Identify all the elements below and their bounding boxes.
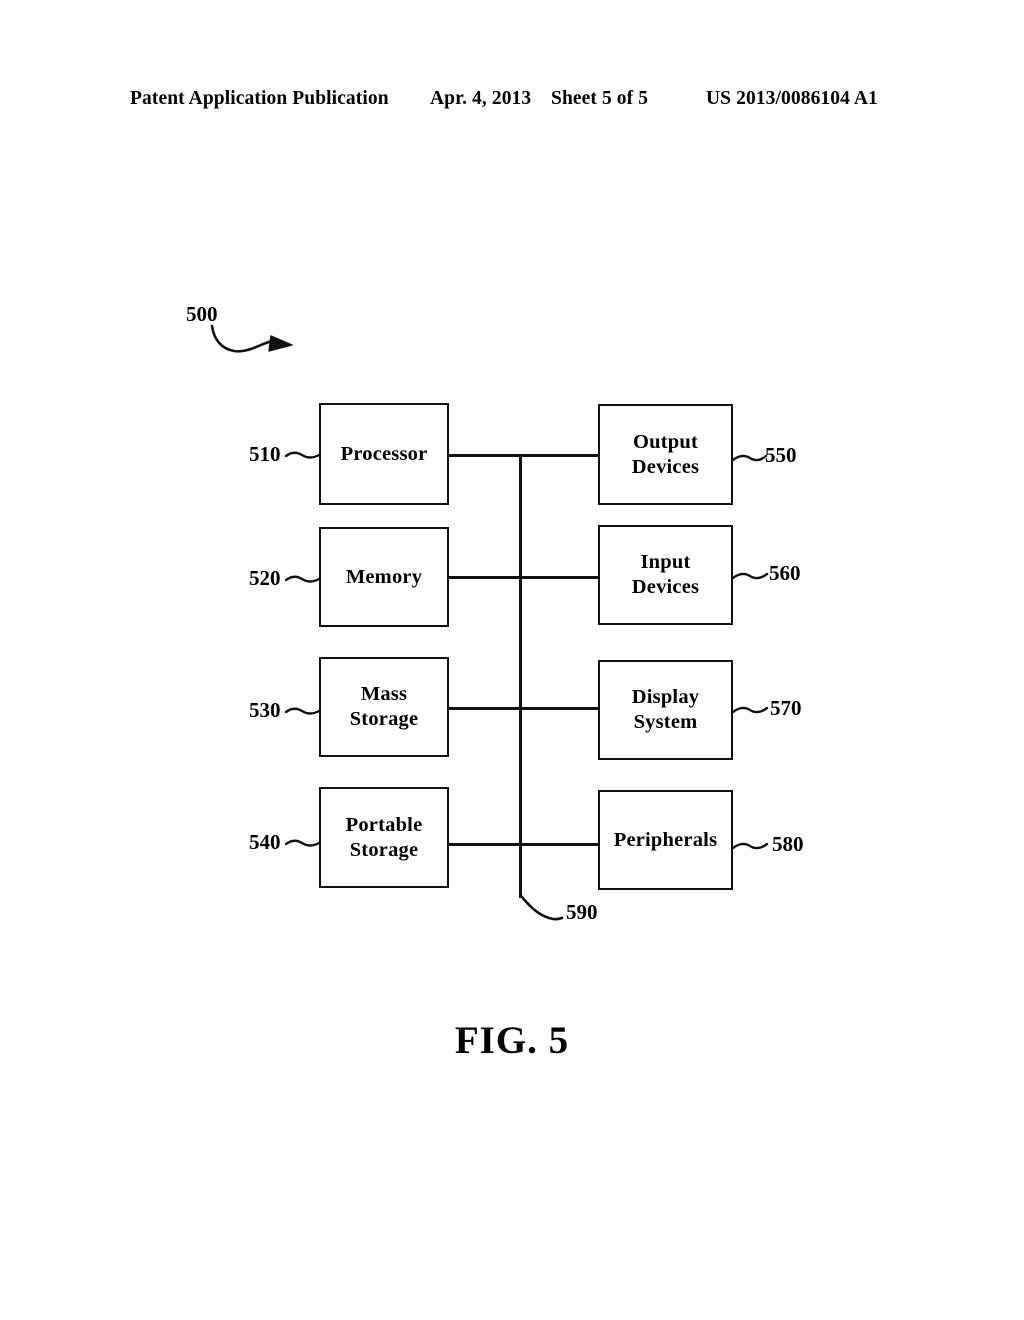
connector-bus-to-input-devices [519,576,600,579]
lead-line-580 [731,842,769,850]
lead-line-520 [284,575,321,583]
block-label-memory: Memory [345,565,423,588]
arrowhead-500 [268,335,293,352]
lead-line-560 [731,572,769,580]
block-output-devices: Output Devices [598,404,733,505]
connector-bus-to-peripherals [519,843,600,846]
block-label-peripherals: Peripherals [613,828,718,851]
lead-line-530 [284,707,321,715]
connector-mass-storage-to-bus [449,707,521,710]
system-bus-line [519,454,522,898]
lead-line-570 [731,706,769,714]
block-portable-storage: Portable Storage [319,787,449,888]
reference-numeral-590: 590 [566,900,598,924]
block-label-input-devices: Input Devices [631,551,700,598]
block-label-processor: Processor [340,442,428,465]
lead-lines-group [210,324,769,921]
reference-numeral-500: 500 [186,302,218,326]
reference-numeral-550: 550 [765,443,797,467]
connector-memory-to-bus [449,576,521,579]
reference-numeral-570: 570 [770,696,802,720]
figure-caption: FIG. 5 [454,1019,570,1062]
connector-bus-to-output-devices [519,454,600,457]
connector-portable-storage-to-bus [449,843,521,846]
block-label-display-system: Display System [631,686,700,733]
lead-line-510 [284,451,321,459]
reference-numeral-540: 540 [249,830,281,854]
block-memory: Memory [319,527,449,627]
block-mass-storage: Mass Storage [319,657,449,757]
reference-numeral-580: 580 [772,832,804,856]
reference-numeral-510: 510 [249,442,281,466]
lead-line-500 [210,324,274,353]
lead-line-550 [731,454,768,462]
lead-line-590 [519,894,564,921]
block-processor: Processor [319,403,449,505]
figure-500-block-diagram: 500 510 520 530 540 550 560 570 580 590 … [0,0,1024,1320]
block-display-system: Display System [598,660,733,760]
block-peripherals: Peripherals [598,790,733,890]
reference-numeral-530: 530 [249,698,281,722]
block-label-portable-storage: Portable Storage [345,813,423,861]
reference-numeral-520: 520 [249,566,281,590]
connector-processor-to-bus [449,454,521,457]
block-label-mass-storage: Mass Storage [349,683,419,730]
reference-numeral-560: 560 [769,561,801,585]
lead-line-540 [284,839,321,847]
block-label-output-devices: Output Devices [631,430,700,478]
block-input-devices: Input Devices [598,525,733,625]
connector-bus-to-display-system [519,707,600,710]
